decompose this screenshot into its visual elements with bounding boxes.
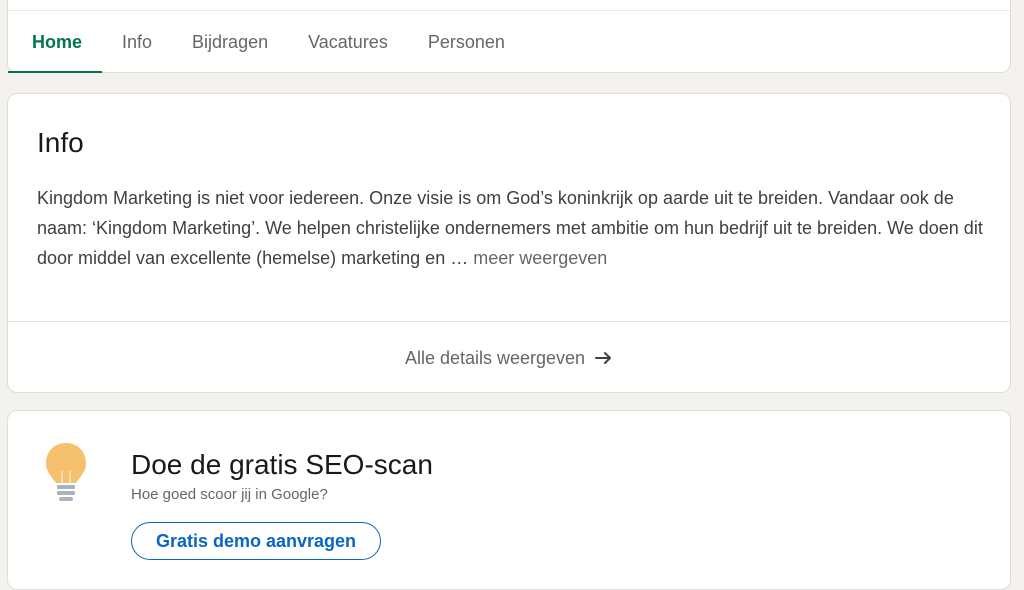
info-heading: Info bbox=[37, 127, 84, 158]
info-description: Kingdom Marketing is niet voor iedereen.… bbox=[37, 183, 987, 273]
page-tabs-card: Home Info Bijdragen Vacatures Personen bbox=[7, 0, 1011, 73]
tab-info[interactable]: Info bbox=[102, 11, 172, 73]
tab-home[interactable]: Home bbox=[8, 11, 103, 73]
promo-title: Doe de gratis SEO-scan bbox=[131, 449, 433, 480]
seo-promo-card: Doe de gratis SEO-scan Hoe goed scoor ji… bbox=[7, 410, 1011, 590]
tab-bar: Home Info Bijdragen Vacatures Personen bbox=[8, 11, 525, 73]
lightbulb-icon bbox=[44, 441, 88, 505]
info-card: Info Kingdom Marketing is niet voor iede… bbox=[7, 93, 1011, 393]
tab-bijdragen[interactable]: Bijdragen bbox=[172, 11, 288, 73]
show-all-details-label: Alle details weergeven bbox=[404, 347, 586, 368]
show-all-details-link[interactable]: Alle details weergeven bbox=[8, 322, 1010, 394]
see-more-link[interactable]: meer weergeven bbox=[473, 248, 607, 268]
tab-vacatures[interactable]: Vacatures bbox=[288, 11, 408, 73]
arrow-right-icon bbox=[595, 351, 613, 365]
tab-personen[interactable]: Personen bbox=[408, 11, 525, 73]
promo-subtitle: Hoe goed scoor jij in Google? bbox=[131, 486, 328, 503]
request-demo-button[interactable]: Gratis demo aanvragen bbox=[131, 522, 381, 560]
